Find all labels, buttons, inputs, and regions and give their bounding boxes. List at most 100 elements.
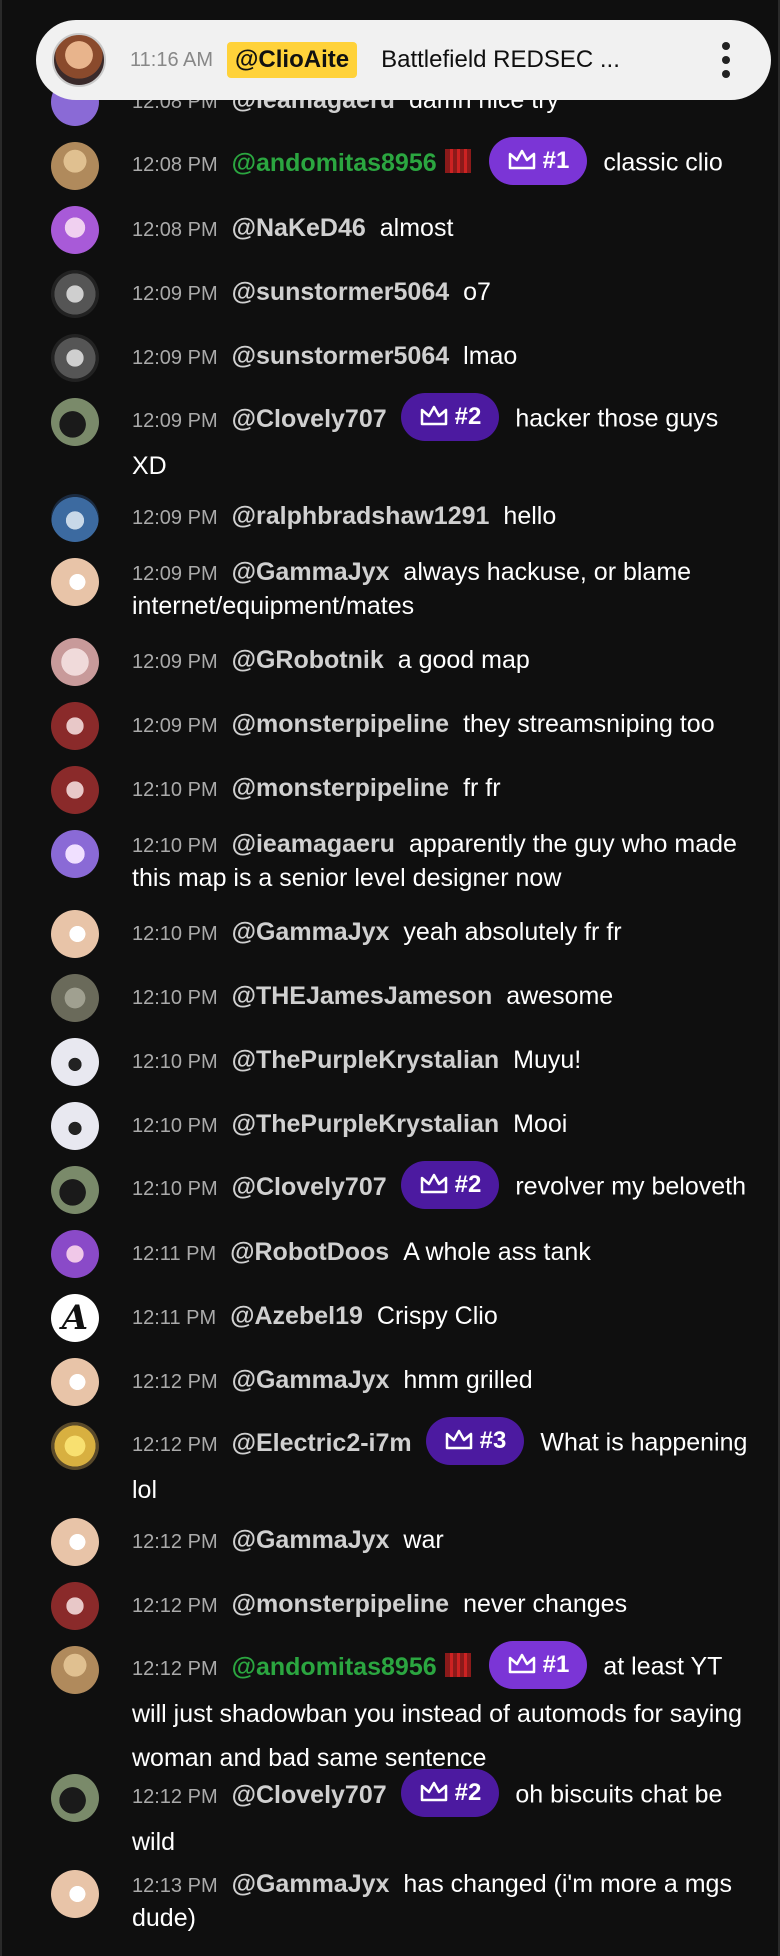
message-time: 12:09 PM xyxy=(132,283,218,305)
pinned-time: 11:16 AM xyxy=(130,48,214,71)
rank-badge: #2 xyxy=(400,1769,500,1817)
crown-icon xyxy=(420,1173,447,1193)
avatar[interactable] xyxy=(51,558,99,606)
message-time: 12:10 PM xyxy=(132,987,218,1009)
author-name[interactable]: @andomitas8956 xyxy=(232,149,437,177)
pinned-text: Battlefield REDSEC ... xyxy=(381,46,620,73)
message-time: 12:08 PM xyxy=(132,153,218,176)
message-text: almost xyxy=(379,214,454,242)
author-name[interactable]: @Clovely707 xyxy=(232,405,387,433)
pinned-author[interactable]: @ClioAite xyxy=(227,42,358,78)
author-name[interactable]: @GammaJyx xyxy=(232,1870,390,1898)
message-text: o7 xyxy=(463,278,491,306)
author-name[interactable]: @GammaJyx xyxy=(232,558,390,586)
author-name[interactable]: @NaKeD46 xyxy=(232,214,366,242)
avatar[interactable] xyxy=(51,1230,99,1278)
pinned-avatar xyxy=(52,33,106,87)
author-name[interactable]: @monsterpipeline xyxy=(232,710,449,738)
author-name[interactable]: @sunstormer5064 xyxy=(232,342,450,370)
message-time: 12:09 PM xyxy=(132,347,218,369)
avatar[interactable] xyxy=(51,1646,99,1694)
message-time: 12:11 PM xyxy=(132,1307,217,1329)
rank-badge-label: #1 xyxy=(542,147,570,174)
avatar[interactable] xyxy=(51,766,99,814)
message-time: 12:10 PM xyxy=(132,1051,218,1073)
message-text: hmm grilled xyxy=(403,1366,533,1394)
avatar[interactable] xyxy=(51,1358,99,1406)
author-name[interactable]: @RobotDoos xyxy=(230,1238,389,1266)
message-text: war xyxy=(403,1526,444,1554)
avatar[interactable] xyxy=(51,398,99,446)
avatar[interactable] xyxy=(51,1582,99,1630)
avatar[interactable] xyxy=(51,334,99,382)
message-time: 12:09 PM xyxy=(132,409,218,432)
avatar[interactable] xyxy=(51,974,99,1022)
author-name[interactable]: @THEJamesJameson xyxy=(232,982,493,1010)
avatar[interactable] xyxy=(51,910,99,958)
avatar[interactable] xyxy=(51,1518,99,1566)
avatar[interactable] xyxy=(51,830,99,878)
message-text: yeah absolutely fr fr xyxy=(403,918,622,946)
membership-badge-icon xyxy=(444,1653,471,1677)
author-name[interactable]: @Clovely707 xyxy=(232,1781,387,1809)
message-text: has changed (i'm more a mgs dude) xyxy=(132,1870,732,1932)
message-time: 12:10 PM xyxy=(132,1177,218,1200)
message-time: 12:12 PM xyxy=(132,1595,218,1617)
avatar[interactable]: A xyxy=(51,1294,99,1342)
message-text: lmao xyxy=(463,342,518,370)
crown-icon xyxy=(508,1653,535,1673)
avatar[interactable] xyxy=(51,1102,99,1150)
rank-badge-label: #3 xyxy=(479,1427,507,1454)
crown-icon xyxy=(508,149,535,169)
message-text: revolver my beloveth xyxy=(515,1172,746,1201)
message-text: apparently the guy who made this map is … xyxy=(132,830,737,892)
crown-icon xyxy=(420,1781,447,1801)
author-name[interactable]: @ThePurpleKrystalian xyxy=(232,1046,500,1074)
chat-frame: 12:08 PM @ieamagaeru damn nice try 12:08 P… xyxy=(0,0,780,1956)
avatar[interactable] xyxy=(51,142,99,190)
author-name[interactable]: @monsterpipeline xyxy=(232,774,449,802)
message-text: Mooi xyxy=(513,1110,568,1138)
pinned-message-banner[interactable]: 11:16 AM @ClioAite Battlefield REDSEC ..… xyxy=(36,20,771,100)
avatar[interactable] xyxy=(51,638,99,686)
author-name[interactable]: @Electric2-i7m xyxy=(232,1429,412,1457)
avatar[interactable] xyxy=(51,1870,99,1918)
avatar[interactable] xyxy=(51,1038,99,1086)
message-text: they streamsniping too xyxy=(463,710,715,738)
avatar[interactable] xyxy=(51,1774,99,1822)
author-name[interactable]: @sunstormer5064 xyxy=(232,278,450,306)
avatar[interactable] xyxy=(51,702,99,750)
crown-icon xyxy=(420,405,447,425)
author-name[interactable]: @ieamagaeru xyxy=(232,830,395,858)
crown-icon xyxy=(445,1429,472,1449)
avatar[interactable] xyxy=(51,1166,99,1214)
message-text: a good map xyxy=(397,646,530,674)
author-name[interactable]: @GRobotnik xyxy=(232,646,384,674)
message-text: hello xyxy=(503,502,557,530)
message-text: fr fr xyxy=(463,774,501,802)
author-name[interactable]: @Azebel19 xyxy=(230,1302,363,1330)
avatar[interactable] xyxy=(51,494,99,542)
author-name[interactable]: @Clovely707 xyxy=(232,1173,387,1201)
author-name[interactable]: @andomitas8956 xyxy=(232,1653,437,1681)
author-name[interactable]: @monsterpipeline xyxy=(232,1590,449,1618)
message-time: 12:12 PM xyxy=(132,1433,218,1456)
author-name[interactable]: @ThePurpleKrystalian xyxy=(232,1110,500,1138)
message-text: A whole ass tank xyxy=(403,1238,591,1266)
author-name[interactable]: @GammaJyx xyxy=(232,1526,390,1554)
message-text: classic clio xyxy=(603,148,723,177)
message-time: 12:10 PM xyxy=(132,1115,218,1137)
message-time: 12:09 PM xyxy=(132,507,218,529)
message-time: 12:11 PM xyxy=(132,1243,217,1265)
avatar[interactable] xyxy=(51,206,99,254)
avatar[interactable] xyxy=(51,270,99,318)
author-name[interactable]: @GammaJyx xyxy=(232,918,390,946)
author-name[interactable]: @GammaJyx xyxy=(232,1366,390,1394)
rank-badge: #1 xyxy=(488,137,588,185)
avatar[interactable] xyxy=(51,1422,99,1470)
azebel-logo-icon: A xyxy=(61,1298,89,1338)
author-name[interactable]: @ralphbradshaw1291 xyxy=(232,502,490,530)
message-time: 12:12 PM xyxy=(132,1657,218,1680)
message-time: 12:10 PM xyxy=(132,779,218,801)
more-options-icon[interactable] xyxy=(721,42,731,78)
